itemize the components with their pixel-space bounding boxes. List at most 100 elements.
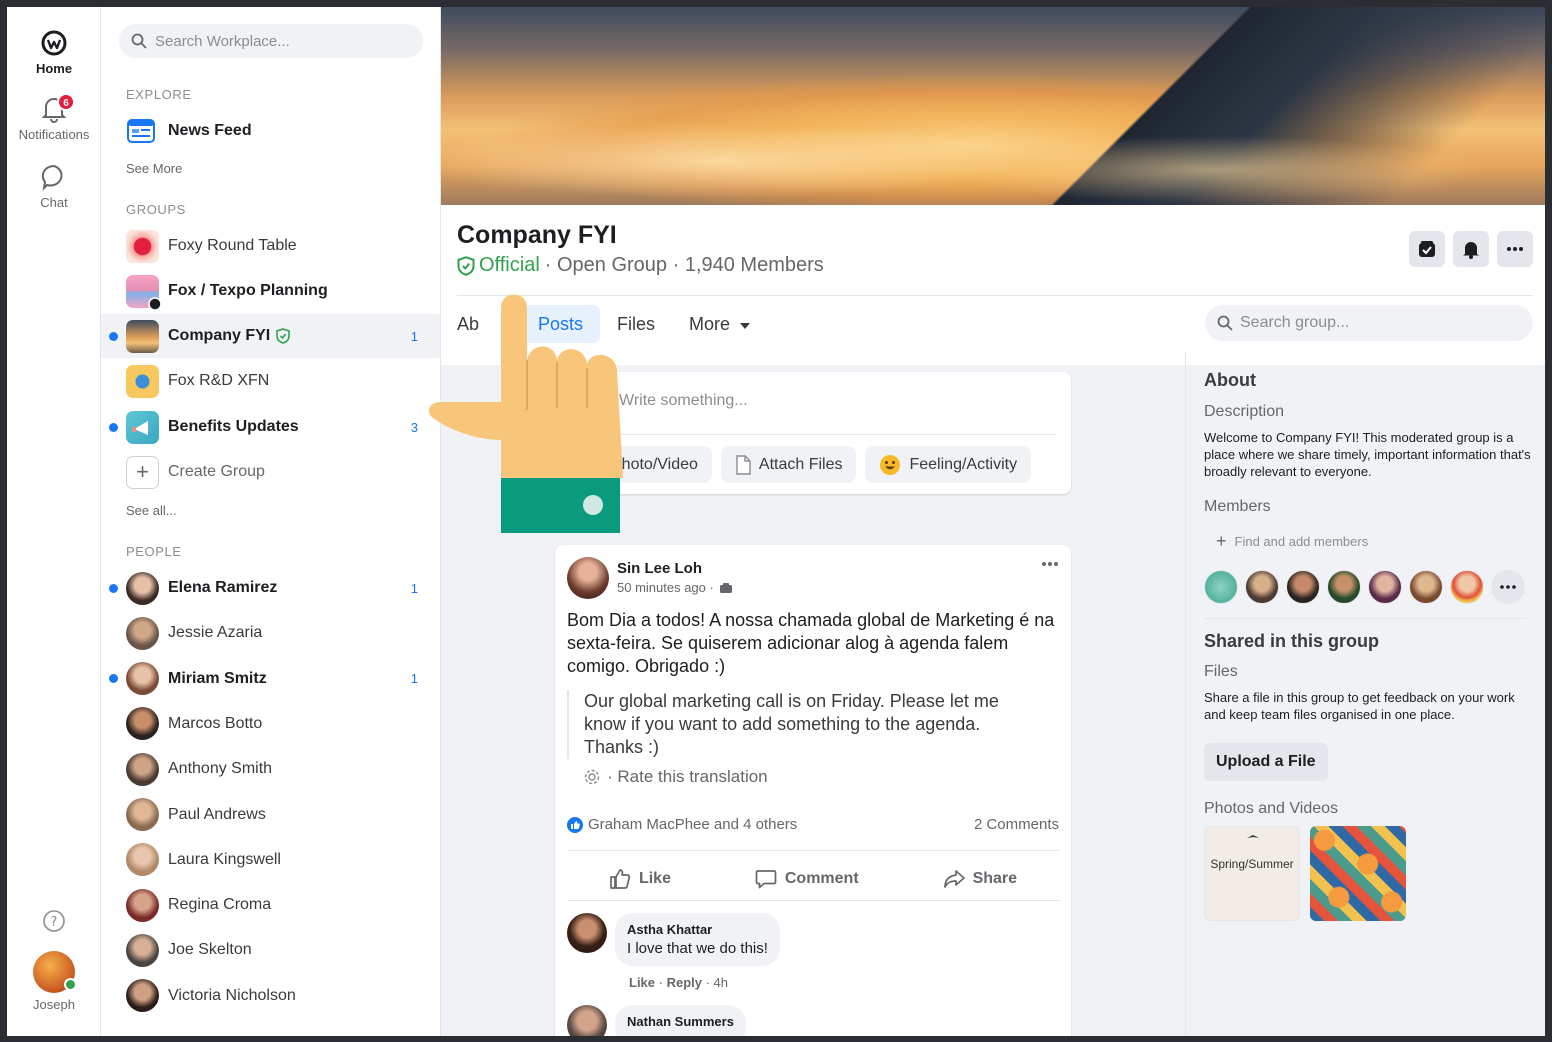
share-button[interactable]: Share xyxy=(943,868,1017,890)
feeling-activity-button[interactable]: Feeling/Activity xyxy=(865,446,1032,483)
sidebar-item-group[interactable]: Foxy Round Table xyxy=(101,224,440,268)
group-sub-icon xyxy=(148,296,162,311)
post-author[interactable]: Sin Lee Loh xyxy=(617,560,702,577)
post-more-icon[interactable] xyxy=(1041,561,1059,567)
photo-thumbnails: Spring/Summer xyxy=(1204,826,1534,921)
comment-author[interactable]: Astha Khattar xyxy=(627,922,768,937)
rail-user[interactable]: Joseph xyxy=(7,951,101,1012)
chat-bubble-icon xyxy=(41,164,63,191)
sidebar-item-person[interactable]: Elena Ramirez 1 xyxy=(101,566,440,610)
member-avatar[interactable] xyxy=(1327,570,1361,604)
sidebar-item-person[interactable]: Paul Andrews xyxy=(101,793,440,837)
comment-author[interactable]: Nathan Summers xyxy=(627,1014,734,1029)
comments-count-link[interactable]: 2 Comments xyxy=(974,816,1059,833)
avatar[interactable] xyxy=(567,1005,607,1036)
rail-chat[interactable]: Chat xyxy=(7,163,101,210)
sidebar-item-person[interactable]: Regina Croma xyxy=(101,883,440,927)
photo-thumbnail[interactable]: Spring/Summer xyxy=(1204,826,1300,921)
member-avatar[interactable] xyxy=(1245,570,1279,604)
help-button[interactable]: ? xyxy=(7,909,101,937)
avatar[interactable] xyxy=(567,557,609,599)
more-members-button[interactable] xyxy=(1491,570,1525,604)
sidebar-item-person[interactable]: Miriam Smitz 1 xyxy=(101,657,440,701)
attach-files-label: Attach Files xyxy=(758,455,843,473)
sidebar-item-person[interactable]: Victoria Nicholson xyxy=(101,974,440,1018)
group-avatar xyxy=(126,410,159,444)
member-avatar[interactable] xyxy=(1286,570,1320,604)
comment-reply-link[interactable]: Reply xyxy=(667,975,702,990)
sidebar-item-company-fyi[interactable]: Company FYI 1 xyxy=(101,314,440,358)
sidebar-item-label: Marcos Botto xyxy=(168,714,263,732)
unread-dot xyxy=(109,331,118,341)
member-avatar[interactable] xyxy=(1368,570,1402,604)
rate-translation-link[interactable]: · Rate this translation xyxy=(583,767,768,787)
bell-icon xyxy=(1463,242,1479,259)
workplace-logo-icon xyxy=(41,30,67,56)
sidebar-item-label: Foxy Round Table xyxy=(168,237,297,254)
sidebar-item-label: Paul Andrews xyxy=(168,805,266,823)
tab-more[interactable]: More xyxy=(672,305,767,343)
group-avatar xyxy=(126,229,159,263)
photos-label: Photos and Videos xyxy=(1204,800,1339,817)
sidebar-item-person[interactable]: Jessie Azaria xyxy=(101,611,440,655)
comment: Astha Khattar I love that we do this! xyxy=(567,913,780,966)
composer-divider xyxy=(569,434,1057,435)
sidebar-item-group[interactable]: Fox / Texpo Planning xyxy=(101,269,440,313)
sidebar-item-person[interactable]: Marcos Botto xyxy=(101,702,440,746)
avatar xyxy=(126,979,159,1013)
notifications-button[interactable] xyxy=(1453,231,1489,267)
more-options-button[interactable] xyxy=(1497,231,1533,267)
rate-translation-label: · Rate this translation xyxy=(607,767,768,786)
comment-text: I love that we do this! xyxy=(627,940,768,957)
comment-like-link[interactable]: Like xyxy=(629,975,655,990)
group-avatar xyxy=(126,319,159,353)
see-more-link[interactable]: See More xyxy=(126,161,182,176)
group-search-input[interactable]: Search group... xyxy=(1205,305,1533,341)
rail-notifications[interactable]: 6 Notifications xyxy=(7,93,101,142)
post-time-text: 50 minutes ago · xyxy=(617,580,714,595)
comment-meta: Like · Reply · 4h xyxy=(629,975,729,990)
member-avatar[interactable] xyxy=(1409,570,1443,604)
avatar xyxy=(126,662,159,696)
workplace-search-input[interactable]: Search Workplace... xyxy=(119,24,423,58)
sidebar-item-news-feed[interactable]: News Feed xyxy=(101,109,440,153)
avatar[interactable] xyxy=(567,913,607,953)
find-members-input[interactable]: + Find and add members xyxy=(1204,526,1532,556)
rail-home[interactable]: Home xyxy=(7,29,101,76)
create-group-button[interactable]: + Create Group xyxy=(101,450,440,494)
composer-input[interactable]: Write something... xyxy=(619,392,748,410)
avatar xyxy=(126,888,159,922)
like-button[interactable]: Like xyxy=(609,868,671,890)
sidebar-item-person[interactable]: Anthony Smith xyxy=(101,747,440,791)
sidebar-item-label: Laura Kingswell xyxy=(168,850,281,868)
pointing-hand-icon xyxy=(428,294,623,533)
sidebar-item-label: Anthony Smith xyxy=(168,760,273,778)
sidebar-item-group[interactable]: Benefits Updates 3 xyxy=(101,405,440,449)
page-title: Company FYI xyxy=(457,221,617,249)
comment-button[interactable]: Comment xyxy=(755,868,859,890)
sidebar-item-person[interactable]: Laura Kingswell xyxy=(101,838,440,882)
post-timestamp: 50 minutes ago · xyxy=(617,580,733,595)
official-label: Official xyxy=(479,254,540,276)
upload-file-button[interactable]: Upload a File xyxy=(1204,743,1328,781)
see-all-link[interactable]: See all... xyxy=(126,503,177,518)
workplace-search-placeholder: Search Workplace... xyxy=(155,32,290,50)
files-label: Files xyxy=(1204,663,1238,680)
comment-time: · 4h xyxy=(705,975,729,990)
thumbs-up-icon xyxy=(610,869,631,889)
official-shield-icon xyxy=(276,328,291,344)
upload-row: Upload a File xyxy=(1204,743,1534,781)
member-avatar[interactable] xyxy=(1204,570,1238,604)
group-search-placeholder: Search group... xyxy=(1240,314,1350,331)
member-avatar[interactable] xyxy=(1450,570,1484,604)
comment-label: Comment xyxy=(784,870,859,887)
tasks-button[interactable] xyxy=(1409,231,1445,267)
post-body: Bom Dia a todos! A nossa chamada global … xyxy=(567,610,1055,676)
megaphone-icon xyxy=(132,420,148,435)
sidebar-item-person[interactable]: Joe Skelton xyxy=(101,928,440,972)
unread-count: 1 xyxy=(410,671,418,687)
attach-files-button[interactable]: Attach Files xyxy=(720,446,857,483)
sidebar-item-group[interactable]: Fox R&D XFN xyxy=(101,359,440,403)
photo-thumbnail[interactable] xyxy=(1310,826,1406,921)
post-reactions[interactable]: Graham MacPhee and 4 others xyxy=(567,816,797,833)
